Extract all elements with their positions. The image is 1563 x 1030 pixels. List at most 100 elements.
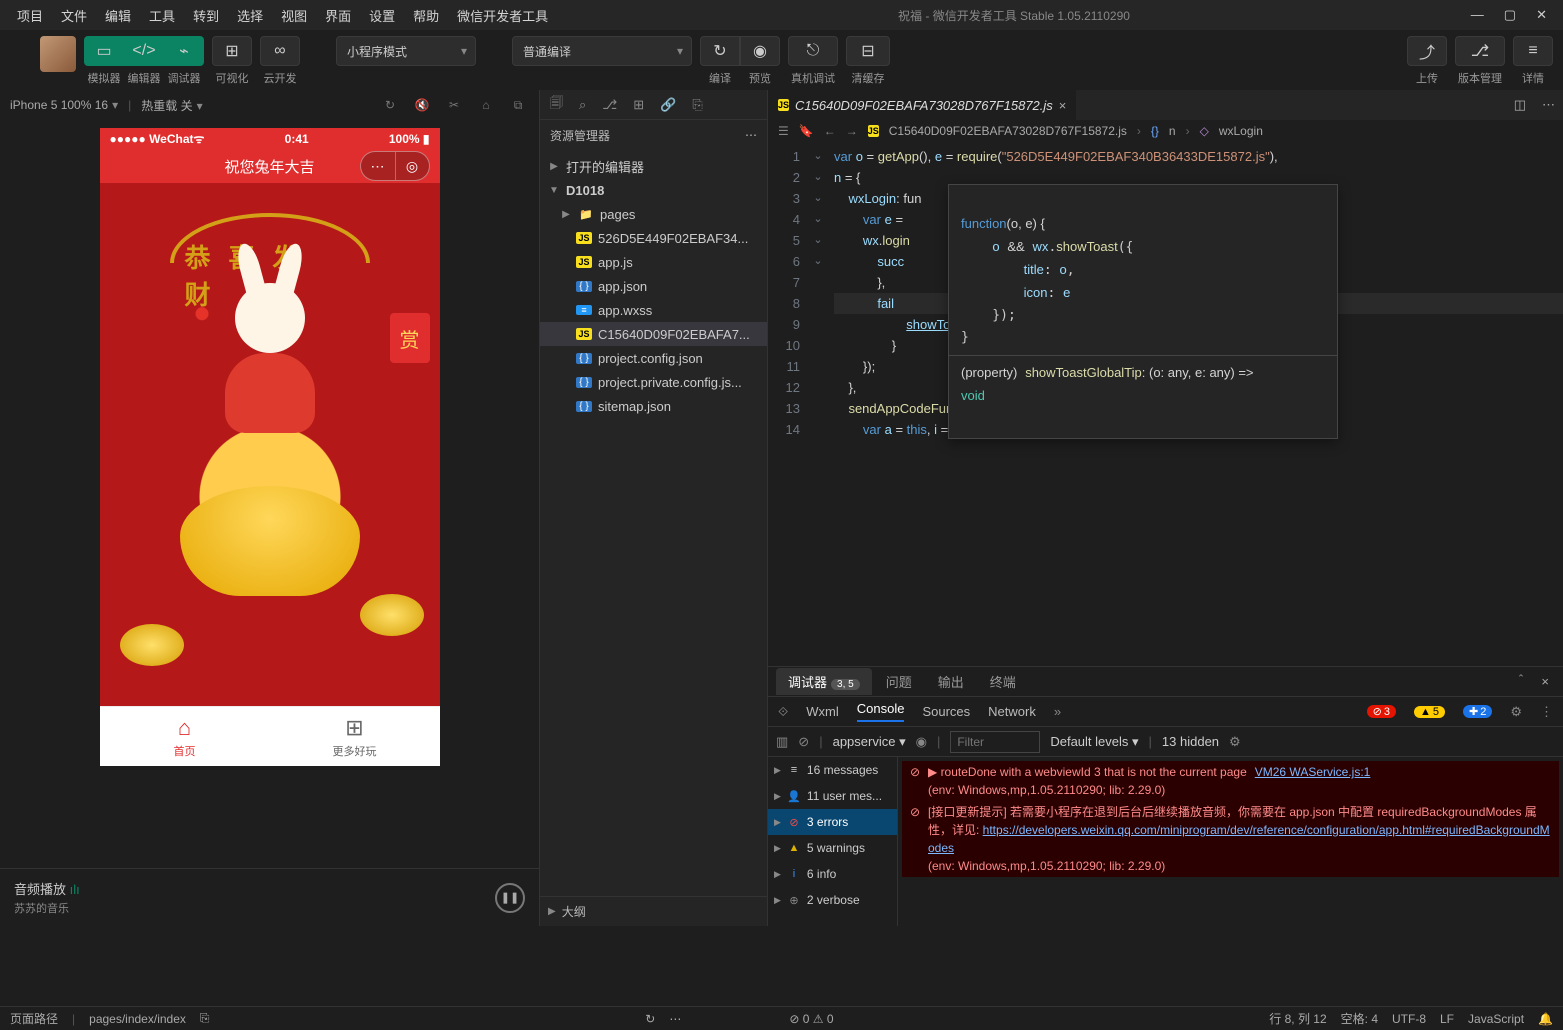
tab-output[interactable]: 输出 xyxy=(926,668,976,695)
tab-problems[interactable]: 问题 xyxy=(874,668,924,695)
console-sidebar[interactable]: ▶≡16 messages▶👤11 user mes...▶⊘3 errors▶… xyxy=(768,757,898,926)
devtools-more-icon[interactable]: » xyxy=(1054,704,1061,719)
sidebar-2 verbose[interactable]: ▶⊕2 verbose xyxy=(768,887,897,913)
compile-select[interactable]: 普通编译 xyxy=(512,36,692,66)
context-select[interactable]: appservice ▾ xyxy=(833,734,906,750)
devtools-menu-icon[interactable]: ⋮ xyxy=(1540,704,1553,720)
toggle-icon[interactable]: ☰ xyxy=(778,124,789,138)
devtools-wxml[interactable]: Wxml xyxy=(806,704,839,719)
split-icon[interactable]: ◫ xyxy=(1506,97,1534,113)
more-icon[interactable]: ⋯ xyxy=(669,1012,681,1026)
sidebar-6 info[interactable]: ▶i6 info xyxy=(768,861,897,887)
file-app.json[interactable]: { }app.json xyxy=(540,274,767,298)
chip-errors[interactable]: ⊘ 3 xyxy=(1367,705,1396,718)
maximize-button[interactable]: ▢ xyxy=(1504,7,1516,23)
forward-icon[interactable]: → xyxy=(846,124,858,138)
outline-section[interactable]: ▶大纲 xyxy=(540,896,767,926)
menu-view[interactable]: 视图 xyxy=(272,2,316,29)
home-icon[interactable]: ⌂ xyxy=(475,94,497,116)
file-sitemap.json[interactable]: { }sitemap.json xyxy=(540,394,767,418)
upload-button[interactable]: ⤴ xyxy=(1407,36,1447,66)
file-project.config.json[interactable]: { }project.config.json xyxy=(540,346,767,370)
sidebar-16 messages[interactable]: ▶≡16 messages xyxy=(768,757,897,783)
code-editor[interactable]: 1234567891011121314 ⌄⌄⌄⌄⌄⌄ var o = getAp… xyxy=(768,142,1563,666)
panel-up-icon[interactable]: ＾ xyxy=(1508,672,1533,691)
close-button[interactable]: ✕ xyxy=(1536,7,1547,23)
visualize-button[interactable]: ⊞ xyxy=(212,36,252,66)
cut-icon[interactable]: ✂ xyxy=(443,94,465,116)
panel-close-icon[interactable]: × xyxy=(1535,674,1555,689)
file-526D5E449F02EBAF34...[interactable]: JS526D5E449F02EBAF34... xyxy=(540,226,767,250)
menu-interface[interactable]: 界面 xyxy=(316,2,360,29)
file-pages[interactable]: ▶📁pages xyxy=(540,202,767,226)
levels-select[interactable]: Default levels ▾ xyxy=(1050,734,1138,750)
file-C15640D09F02EBAFA7...[interactable]: JSC15640D09F02EBAFA7... xyxy=(540,322,767,346)
indent[interactable]: 空格: 4 xyxy=(1341,1010,1378,1027)
detail-button[interactable]: ≡ xyxy=(1513,36,1553,66)
extensions-icon[interactable]: ⊞ xyxy=(633,97,644,113)
devtools-network[interactable]: Network xyxy=(988,704,1036,719)
copy-path-icon[interactable]: ⎘ xyxy=(200,1011,210,1026)
eol[interactable]: LF xyxy=(1440,1012,1454,1026)
cloud-button[interactable]: ∞ xyxy=(260,36,300,66)
page-body[interactable]: 恭喜发财 赏 xyxy=(100,183,440,706)
sidebar-3 errors[interactable]: ▶⊘3 errors xyxy=(768,809,897,835)
clear-console-icon[interactable]: ⊘ xyxy=(798,734,809,750)
console-error[interactable]: ⊘ ▶ routeDone with a webviewId 3 that is… xyxy=(902,761,1559,801)
editor-button[interactable]: </> xyxy=(124,36,164,66)
sidebar-toggle-icon[interactable]: ▥ xyxy=(776,734,788,750)
link-icon[interactable]: 🔗 xyxy=(660,97,676,113)
console-output[interactable]: ⊘ ▶ routeDone with a webviewId 3 that is… xyxy=(898,757,1563,926)
tab-terminal[interactable]: 终端 xyxy=(978,668,1028,695)
file-project.private.config.js...[interactable]: { }project.private.config.js... xyxy=(540,370,767,394)
filter-input[interactable] xyxy=(950,731,1040,753)
menu-goto[interactable]: 转到 xyxy=(184,2,228,29)
menu-edit[interactable]: 编辑 xyxy=(96,2,140,29)
menu-settings[interactable]: 设置 xyxy=(360,2,404,29)
hotreload-select[interactable]: 热重载 关 xyxy=(141,97,202,114)
menu-project[interactable]: 项目 xyxy=(8,2,52,29)
eye-icon[interactable]: ◉ xyxy=(916,734,927,750)
console-settings-icon[interactable]: ⚙ xyxy=(1229,734,1241,750)
compile-button[interactable]: ↻ xyxy=(700,36,740,66)
capsule-menu-icon[interactable]: ⋯ xyxy=(361,152,395,180)
device-select[interactable]: iPhone 5 100% 16 xyxy=(10,98,118,112)
tab-home[interactable]: ⌂首页 xyxy=(100,707,270,766)
rotate-icon[interactable]: ↻ xyxy=(379,94,401,116)
chip-messages[interactable]: ✚ 2 xyxy=(1463,705,1492,718)
encoding[interactable]: UTF-8 xyxy=(1392,1012,1426,1026)
file-app.js[interactable]: JSapp.js xyxy=(540,250,767,274)
preview-button[interactable]: ◉ xyxy=(740,36,780,66)
sidebar-5 warnings[interactable]: ▶▲5 warnings xyxy=(768,835,897,861)
menu-help[interactable]: 帮助 xyxy=(404,2,448,29)
capsule-close-icon[interactable]: ◎ xyxy=(395,152,429,180)
menu-tool[interactable]: 工具 xyxy=(140,2,184,29)
editor-tab[interactable]: JS C15640D09F02EBAFA73028D767F15872.js × xyxy=(768,90,1076,120)
devtools-console[interactable]: Console xyxy=(857,701,905,722)
git-icon[interactable]: ⎇ xyxy=(602,97,617,113)
minimize-button[interactable]: — xyxy=(1471,7,1484,23)
red-envelope-icon[interactable]: 赏 xyxy=(390,313,430,363)
remote-debug-button[interactable]: ⎋ xyxy=(788,36,838,66)
devtools-settings-icon[interactable]: ⚙ xyxy=(1510,704,1522,720)
sidebar-11 user mes...[interactable]: ▶👤11 user mes... xyxy=(768,783,897,809)
version-button[interactable]: ⎇ xyxy=(1455,36,1505,66)
back-icon[interactable]: ← xyxy=(824,124,836,138)
tab-debugger[interactable]: 调试器3, 5 xyxy=(776,668,872,695)
debugger-button[interactable]: ⌁ xyxy=(164,36,204,66)
page-path[interactable]: pages/index/index xyxy=(89,1012,186,1026)
page-path-label[interactable]: 页面路径 xyxy=(10,1010,58,1027)
devtools-sources[interactable]: Sources xyxy=(922,704,970,719)
hidden-count[interactable]: 13 hidden xyxy=(1162,734,1219,749)
refresh-icon[interactable]: ↻ xyxy=(645,1012,655,1026)
tab-close-icon[interactable]: × xyxy=(1059,98,1067,113)
breadcrumb[interactable]: ☰ 🔖 ← → JS C15640D09F02EBAFA73028D767F15… xyxy=(768,120,1563,142)
menu-file[interactable]: 文件 xyxy=(52,2,96,29)
explorer-more-icon[interactable]: ⋯ xyxy=(745,128,757,142)
capsule[interactable]: ⋯◎ xyxy=(360,151,430,181)
files-icon[interactable]: 🗐 xyxy=(550,94,563,116)
console-error[interactable]: ⊘ [接口更新提示] 若需要小程序在退到后台后继续播放音频，你需要在 app.j… xyxy=(902,801,1559,877)
simulator-button[interactable]: ▭ xyxy=(84,36,124,66)
float-icon[interactable]: ⧉ xyxy=(507,94,529,116)
chip-warnings[interactable]: ▲ 5 xyxy=(1414,706,1445,718)
